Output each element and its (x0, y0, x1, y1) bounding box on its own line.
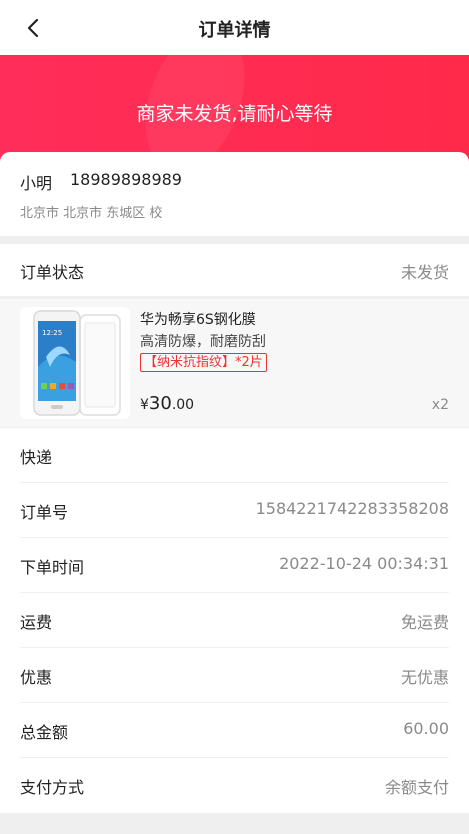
discount-value: 无优惠 (400, 668, 449, 687)
phone-clock: 12:25 (42, 329, 62, 337)
payment-method-label: 支付方式 (20, 778, 85, 797)
payment-method-row: 支付方式 余额支付 (20, 758, 449, 813)
order-status-label: 订单状态 (20, 263, 85, 282)
price-integer: 30 (148, 393, 172, 414)
order-time-value: 2022-10-24 00:34:31 (279, 554, 449, 573)
address-card[interactable]: 小明 18989898989 北京市 北京市 东城区 校 (0, 152, 469, 236)
total-amount-label: 总金额 (20, 723, 69, 742)
order-info-list: 快递 订单号 1584221742283358208 下单时间 2022-10-… (0, 428, 469, 813)
price-decimal: .00 (171, 397, 195, 413)
order-number-value: 1584221742283358208 (255, 499, 449, 518)
receiver-name: 小明 (20, 174, 53, 193)
nav-bar: 订单详情 (0, 0, 469, 55)
shipping-row: 快递 (20, 428, 449, 483)
order-time-row: 下单时间 2022-10-24 00:34:31 (20, 538, 449, 593)
payment-method-value: 余额支付 (384, 778, 449, 797)
page-title: 订单详情 (198, 20, 271, 41)
total-amount-value: 60.00 (403, 719, 449, 738)
discount-label: 优惠 (20, 668, 53, 687)
product-price: ¥30.00 (140, 393, 194, 414)
product-description: 高清防爆，耐磨防刮 (140, 334, 266, 350)
order-status-row: 订单状态 未发货 (0, 244, 469, 296)
product-spec-tag: 【纳米抗指纹】*2片 (140, 353, 267, 372)
order-status-value: 未发货 (400, 263, 449, 282)
order-number-row: 订单号 1584221742283358208 (20, 483, 449, 538)
total-amount-row: 总金额 60.00 (20, 703, 449, 758)
receiver-address: 北京市 北京市 东城区 校 (20, 206, 163, 221)
freight-label: 运费 (20, 613, 53, 632)
receiver-phone: 18989898989 (70, 170, 182, 189)
banner-message: 商家未发货,请耐心等待 (136, 103, 333, 125)
phone-illustration: 12:25 (33, 310, 121, 416)
product-name: 华为畅享6S钢化膜 (140, 312, 256, 328)
product-quantity: x2 (431, 397, 449, 413)
order-number-label: 订单号 (20, 503, 69, 522)
product-image: 12:25 (20, 307, 130, 419)
order-time-label: 下单时间 (20, 558, 85, 577)
freight-row: 运费 免运费 (20, 593, 449, 648)
product-item[interactable]: 12:25 华为畅享6S钢化膜 高清防爆，耐磨防刮 【纳米抗指纹】*2片 ¥30… (0, 299, 469, 427)
shipping-label: 快递 (20, 448, 53, 467)
discount-row: 优惠 无优惠 (20, 648, 449, 703)
price-currency: ¥ (140, 397, 149, 413)
freight-value: 免运费 (400, 613, 449, 632)
